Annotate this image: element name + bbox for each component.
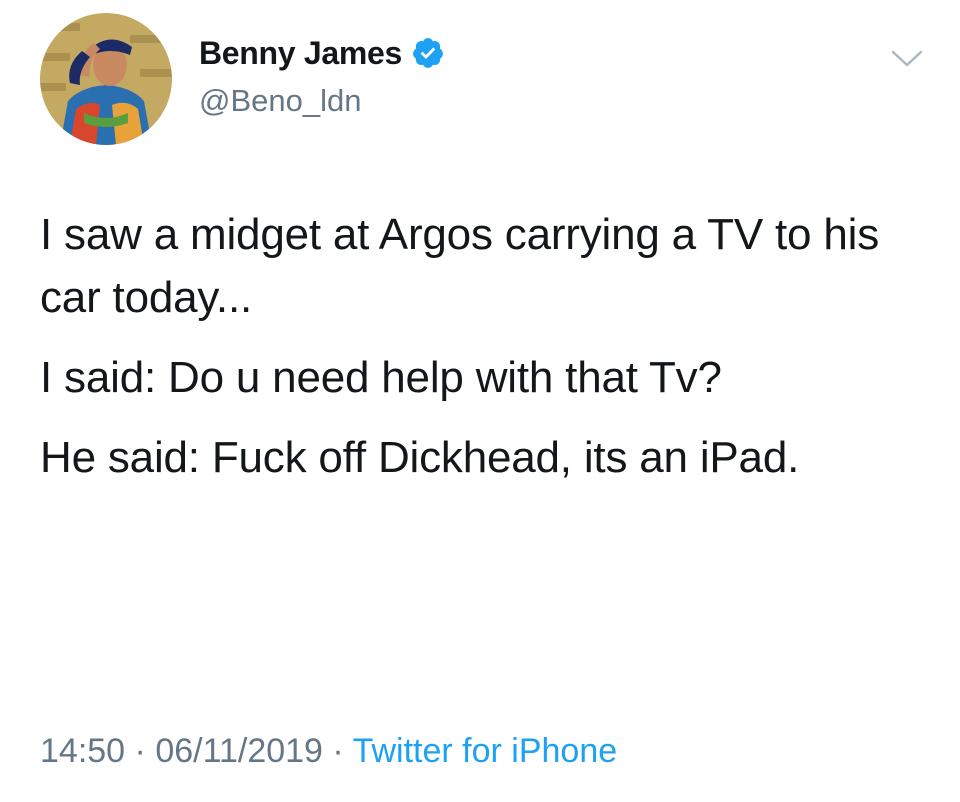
author-name-row[interactable]: Benny James	[199, 33, 445, 73]
verified-badge-icon	[411, 36, 445, 70]
tweet-time[interactable]: 14:50	[40, 732, 125, 770]
chevron-down-icon[interactable]	[890, 46, 924, 70]
avatar-image	[40, 13, 172, 145]
tweet-meta: 14:50 · 06/11/2019 · Twitter for iPhone	[40, 732, 617, 771]
tweet-paragraph: I said: Do u need help with that Tv?	[40, 353, 722, 402]
tweet-text: I saw a midget at Argos carrying a TV to…	[40, 203, 930, 506]
tweet-paragraph: He said: Fuck off Dickhead, its an iPad.	[40, 433, 800, 482]
meta-separator: ·	[322, 732, 353, 770]
author-display-name[interactable]: Benny James	[199, 35, 402, 72]
tweet-date[interactable]: 06/11/2019	[155, 732, 323, 770]
tweet-source-link[interactable]: Twitter for iPhone	[353, 732, 618, 770]
meta-separator: ·	[125, 732, 156, 770]
avatar[interactable]	[40, 13, 172, 145]
tweet-paragraph: I saw a midget at Argos carrying a TV to…	[40, 210, 879, 322]
author-handle[interactable]: @Beno_ldn	[199, 83, 361, 119]
